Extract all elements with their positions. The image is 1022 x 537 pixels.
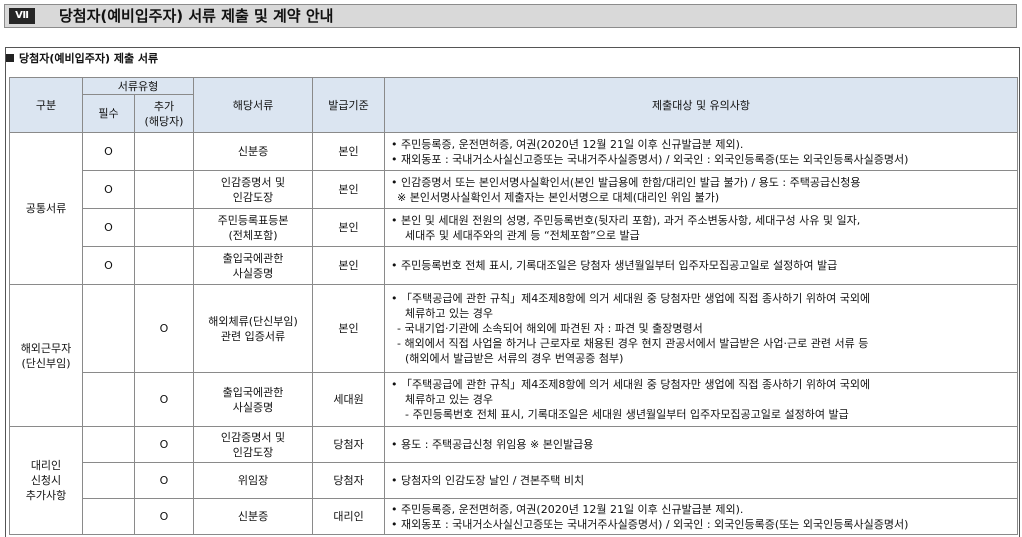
table-row: 대리인 신청시 추가사항 O 인감증명서 및 인감도장 당첨자 • 용도 : 주… <box>9 426 1019 535</box>
notes-cell: • 본인 및 세대원 전원의 성명, 주민등록번호(뒷자리 포함), 과거 주소… <box>384 208 1019 247</box>
issuer-cell: 본인 <box>312 208 386 247</box>
table-row: 해외근무자 (단신부임) O 해외체류(단신부임) 관련 입증서류 본인 • 「… <box>9 284 1019 427</box>
issuer-cell: 세대원 <box>312 372 386 427</box>
notes-cell: • 주민등록증, 운전면허증, 여권(2020년 12월 21일 이후 신규발급… <box>384 498 1019 535</box>
additional-cell: O <box>133 462 195 499</box>
table-row: O 위임장 당첨자 • 당첨자의 인감도장 날인 / 견본주택 비치 <box>10 462 1019 499</box>
note-line: 체류하고 있는 경우 <box>405 307 493 320</box>
issuer-cell: 본인 <box>312 246 386 285</box>
note-line: - 주민등록번호 전체 표시, 기록대조일은 세대원 생년월일부터 입주자모집공… <box>405 408 849 421</box>
issuer-cell: 당첨자 <box>312 426 386 463</box>
note-line: • 본인 및 세대원 전원의 성명, 주민등록번호(뒷자리 포함), 과거 주소… <box>391 213 861 227</box>
notes-cell: • 「주택공급에 관한 규칙」제4조제8항에 의거 세대원 중 당첨자만 생업에… <box>384 372 1019 427</box>
document-cell: 인감증명서 및 인감도장 <box>193 426 314 463</box>
note-line: • 주민등록증, 운전면허증, 여권(2020년 12월 21일 이후 신규발급… <box>391 137 744 151</box>
header-notes: 제출대상 및 유의사항 <box>384 77 1019 133</box>
issuer-cell: 대리인 <box>312 498 386 535</box>
issuer-cell: 본인 <box>312 284 386 373</box>
table-row: O 신분증 대리인 • 주민등록증, 운전면허증, 여권(2020년 12월 2… <box>10 498 1019 535</box>
required-cell <box>82 462 135 499</box>
required-cell: O <box>82 170 135 209</box>
additional-cell: O <box>133 498 195 535</box>
notes-cell: • 주민등록번호 전체 표시, 기록대조일은 당첨자 생년월일부터 입주자모집공… <box>384 246 1019 285</box>
document-cell: 위임장 <box>193 462 314 499</box>
header-required: 필수 <box>82 94 135 133</box>
header-issuer: 발급기준 <box>312 77 386 133</box>
required-cell <box>82 372 135 427</box>
additional-cell <box>133 132 195 171</box>
section-title: 당첨자(예비입주자) 제출 서류 <box>6 51 158 67</box>
required-cell: O <box>82 132 135 171</box>
header-doc-type: 서류유형 <box>81 77 195 95</box>
required-cell <box>82 426 135 463</box>
required-cell <box>82 498 135 535</box>
note-line: • 주민등록증, 운전면허증, 여권(2020년 12월 21일 이후 신규발급… <box>391 502 744 516</box>
notes-cell: • 용도 : 주택공급신청 위임용 ※ 본인발급용 <box>384 426 1019 463</box>
required-cell: O <box>82 246 135 285</box>
header-document: 해당서류 <box>193 77 314 133</box>
note-line: • 주민등록번호 전체 표시, 기록대조일은 당첨자 생년월일부터 입주자모집공… <box>391 259 838 272</box>
table-row: O 주민등록표등본 (전체포함) 본인 • 본인 및 세대원 전원의 성명, 주… <box>10 208 1019 247</box>
notes-cell: • 당첨자의 인감도장 날인 / 견본주택 비치 <box>384 462 1019 499</box>
note-line: - 국내기업·기관에 소속되어 해외에 파견된 자 : 파견 및 출장명령서 <box>397 322 703 335</box>
table-row: O 출입국에관한 사실증명 본인 • 주민등록번호 전체 표시, 기록대조일은 … <box>10 246 1019 285</box>
document-cell: 주민등록표등본 (전체포함) <box>193 208 314 247</box>
section-header-bar: Ⅶ 당첨자(예비입주자) 서류 제출 및 계약 안내 <box>4 4 1017 28</box>
document-cell: 출입국에관한 사실증명 <box>193 246 314 285</box>
additional-cell: O <box>133 426 195 463</box>
document-cell: 신분증 <box>193 498 314 535</box>
note-line: • 인감증명서 또는 본인서명사실확인서(본인 발급용에 한함/대리인 발급 불… <box>391 175 861 189</box>
document-cell: 출입국에관한 사실증명 <box>193 372 314 427</box>
note-line: • 재외동포 : 국내거소사실신고증또는 국내거주사실증명서) / 외국인 : … <box>391 152 909 166</box>
required-cell <box>82 284 135 373</box>
document-cell: 신분증 <box>193 132 314 171</box>
note-line: • 「주택공급에 관한 규칙」제4조제8항에 의거 세대원 중 당첨자만 생업에… <box>391 378 871 391</box>
page-title: 당첨자(예비입주자) 서류 제출 및 계약 안내 <box>59 7 334 25</box>
notes-cell: • 「주택공급에 관한 규칙」제4조제8항에 의거 세대원 중 당첨자만 생업에… <box>384 284 1019 373</box>
table-row: O 인감증명서 및 인감도장 본인 • 인감증명서 또는 본인서명사실확인서(본… <box>10 170 1019 209</box>
note-line: • 재외동포 : 국내거소사실신고증또는 국내거주사실증명서) / 외국인 : … <box>391 517 909 531</box>
note-line: ※ 본인서명사실확인서 제출자는 본인서명으로 대체(대리인 위임 불가) <box>397 190 720 204</box>
group-overseas: 해외근무자 (단신부임) <box>9 284 83 427</box>
issuer-cell: 당첨자 <box>312 462 386 499</box>
note-line: • 용도 : 주택공급신청 위임용 ※ 본인발급용 <box>391 438 594 451</box>
section-title-text: 당첨자(예비입주자) 제출 서류 <box>19 52 159 65</box>
additional-cell: O <box>133 284 195 373</box>
document-cell: 인감증명서 및 인감도장 <box>193 170 314 209</box>
issuer-cell: 본인 <box>312 132 386 171</box>
table-row: 공통서류 O 신분증 본인 • 주민등록증, 운전면허증, 여권(2020년 1… <box>9 132 1019 285</box>
document-cell: 해외체류(단신부임) 관련 입증서류 <box>193 284 314 373</box>
header-additional: 추가 (해당자) <box>133 94 195 133</box>
group-common: 공통서류 <box>9 132 83 285</box>
issuer-cell: 본인 <box>312 170 386 209</box>
section-number-badge: Ⅶ <box>9 8 35 24</box>
documents-table: 구분 서류유형 해당서류 발급기준 제출대상 및 유의사항 필수 추가 (해당자… <box>9 77 1019 535</box>
note-line: 세대주 및 세대주와의 관계 등 “전체포함”으로 발급 <box>405 228 640 242</box>
required-cell: O <box>82 208 135 247</box>
note-line: • 당첨자의 인감도장 날인 / 견본주택 비치 <box>391 474 585 487</box>
note-line: • 「주택공급에 관한 규칙」제4조제8항에 의거 세대원 중 당첨자만 생업에… <box>391 292 871 305</box>
notes-cell: • 인감증명서 또는 본인서명사실확인서(본인 발급용에 한함/대리인 발급 불… <box>384 170 1019 209</box>
table-row: O 출입국에관한 사실증명 세대원 • 「주택공급에 관한 규칙」제4조제8항에… <box>10 372 1019 427</box>
additional-cell <box>133 170 195 209</box>
header-category: 구분 <box>9 77 83 133</box>
notes-cell: • 주민등록증, 운전면허증, 여권(2020년 12월 21일 이후 신규발급… <box>384 132 1019 171</box>
additional-cell <box>133 246 195 285</box>
note-line: 체류하고 있는 경우 <box>405 393 493 406</box>
note-line: - 해외에서 직접 사업을 하거나 근로자로 채용된 경우 현지 관공서에서 발… <box>397 337 869 350</box>
additional-cell <box>133 208 195 247</box>
note-line: (해외에서 발급받은 서류의 경우 번역공증 첨부) <box>405 352 624 365</box>
square-bullet-icon <box>6 54 14 62</box>
group-proxy: 대리인 신청시 추가사항 <box>9 426 83 535</box>
additional-cell: O <box>133 372 195 427</box>
